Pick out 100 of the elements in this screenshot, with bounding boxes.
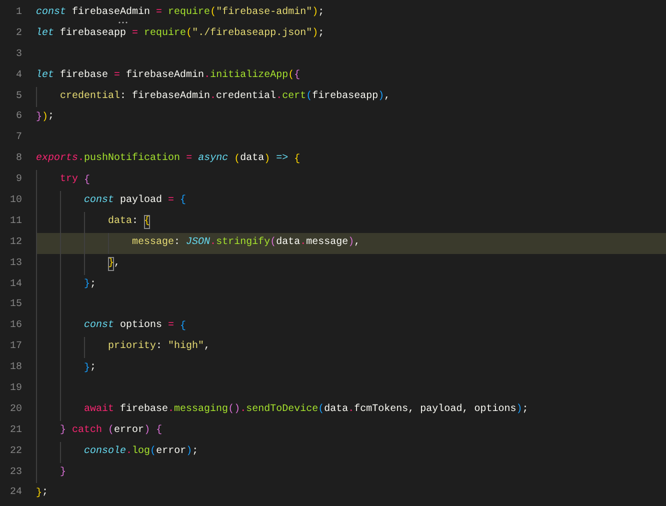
line-number: 17: [8, 340, 22, 354]
bracket: ): [186, 445, 192, 460]
code-token: firebaseapp: [312, 90, 378, 104]
bracket: ): [378, 90, 384, 104]
bracket: {: [294, 152, 300, 167]
line-number: 10: [8, 194, 22, 208]
line-number: 19: [8, 382, 22, 396]
code-token: =>: [276, 152, 290, 166]
code-token: credential: [216, 90, 276, 104]
code-token: async: [198, 152, 230, 166]
line-number: 3: [14, 48, 22, 62]
code-token: const: [84, 194, 116, 208]
line-number: 5: [14, 90, 22, 104]
code-token: data: [324, 402, 348, 417]
code-token: options: [120, 318, 164, 334]
code-token: pushNotification: [84, 152, 182, 166]
code-token: messaging: [174, 402, 228, 417]
line-number: 18: [8, 361, 22, 376]
code-token: firebaseAdmin: [72, 6, 152, 20]
bracket: }: [84, 362, 90, 376]
bracket: (: [318, 403, 324, 418]
matched-bracket: {: [144, 215, 150, 230]
code-token: :: [156, 340, 164, 354]
line-number: 15: [8, 298, 22, 312]
code-token: ;: [522, 402, 528, 417]
code-token: .: [204, 68, 210, 83]
code-token: firebaseAdmin: [126, 68, 204, 83]
code-token: :: [174, 236, 182, 250]
code-token: ,: [384, 90, 390, 104]
bracket: (: [288, 69, 294, 84]
bracket: (: [210, 6, 216, 20]
code-token: .: [126, 444, 132, 459]
line-number: 8: [14, 152, 22, 166]
code-token: =: [114, 68, 122, 83]
line-number: 23: [8, 466, 22, 480]
code-token: console: [84, 444, 126, 459]
code-token: payload: [120, 194, 164, 208]
bracket: ): [312, 27, 318, 42]
code-token: .: [300, 236, 306, 250]
code-token: "firebase-admin": [216, 6, 312, 20]
code-token: ;: [318, 6, 324, 20]
bracket: ): [348, 236, 354, 250]
code-token: .: [276, 90, 282, 104]
bracket: (: [228, 403, 234, 418]
bracket: {: [294, 69, 300, 84]
code-token: credential: [60, 90, 120, 104]
line-number: 1: [14, 6, 22, 20]
code-token: cert: [282, 90, 306, 104]
code-token: initializeApp: [210, 68, 288, 83]
code-token: ;: [90, 278, 96, 292]
code-token: =: [168, 194, 176, 208]
line-number: 20: [8, 402, 22, 417]
code-token: .: [240, 402, 246, 417]
code-token: .: [348, 402, 354, 417]
code-token: "high": [168, 340, 204, 354]
code-token: await: [84, 402, 116, 417]
bracket: }: [60, 424, 68, 438]
line-number: 14: [8, 278, 22, 292]
code-token: JSON: [186, 236, 210, 250]
bracket: }: [84, 278, 90, 292]
code-token: require: [144, 26, 186, 41]
line-number: 22: [8, 444, 22, 459]
bracket: ): [312, 6, 318, 20]
bracket: ): [516, 403, 522, 418]
bracket: }: [36, 110, 42, 125]
code-token: ,: [114, 256, 120, 271]
code-token: let: [36, 68, 56, 83]
code-token: firebase: [60, 68, 110, 83]
bracket: ): [234, 403, 240, 418]
code-token: catch: [72, 424, 104, 438]
bracket: ): [144, 424, 152, 438]
code-token: =: [156, 6, 164, 20]
code-token: priority: [108, 340, 156, 354]
line-number: 16: [8, 319, 22, 334]
bracket: {: [180, 320, 186, 334]
code-token: ;: [90, 361, 96, 376]
code-token: =: [186, 152, 194, 166]
bracket: (: [108, 424, 114, 438]
code-token: ;: [42, 486, 48, 500]
code-token: .: [78, 152, 84, 166]
line-number: 12: [8, 236, 22, 250]
bracket: }: [60, 466, 66, 480]
code-token: stringify: [216, 236, 270, 250]
line-number: 9: [14, 173, 22, 188]
bracket: ): [264, 152, 272, 167]
code-token: const: [84, 319, 116, 334]
code-token: firebaseapp: [60, 26, 128, 41]
code-token: ,: [204, 340, 210, 354]
code-token: .: [168, 402, 174, 417]
code-token: log: [132, 444, 150, 459]
code-token: let: [36, 26, 56, 41]
code-token: :: [132, 214, 140, 229]
bracket: {: [84, 174, 90, 188]
code-token: =: [168, 319, 176, 334]
code-token: error: [114, 424, 144, 438]
bracket: (: [270, 236, 276, 250]
line-number: 11: [8, 214, 22, 229]
line-number: 4: [14, 68, 22, 83]
code-token: message: [132, 236, 174, 250]
line-number: 7: [14, 131, 22, 146]
